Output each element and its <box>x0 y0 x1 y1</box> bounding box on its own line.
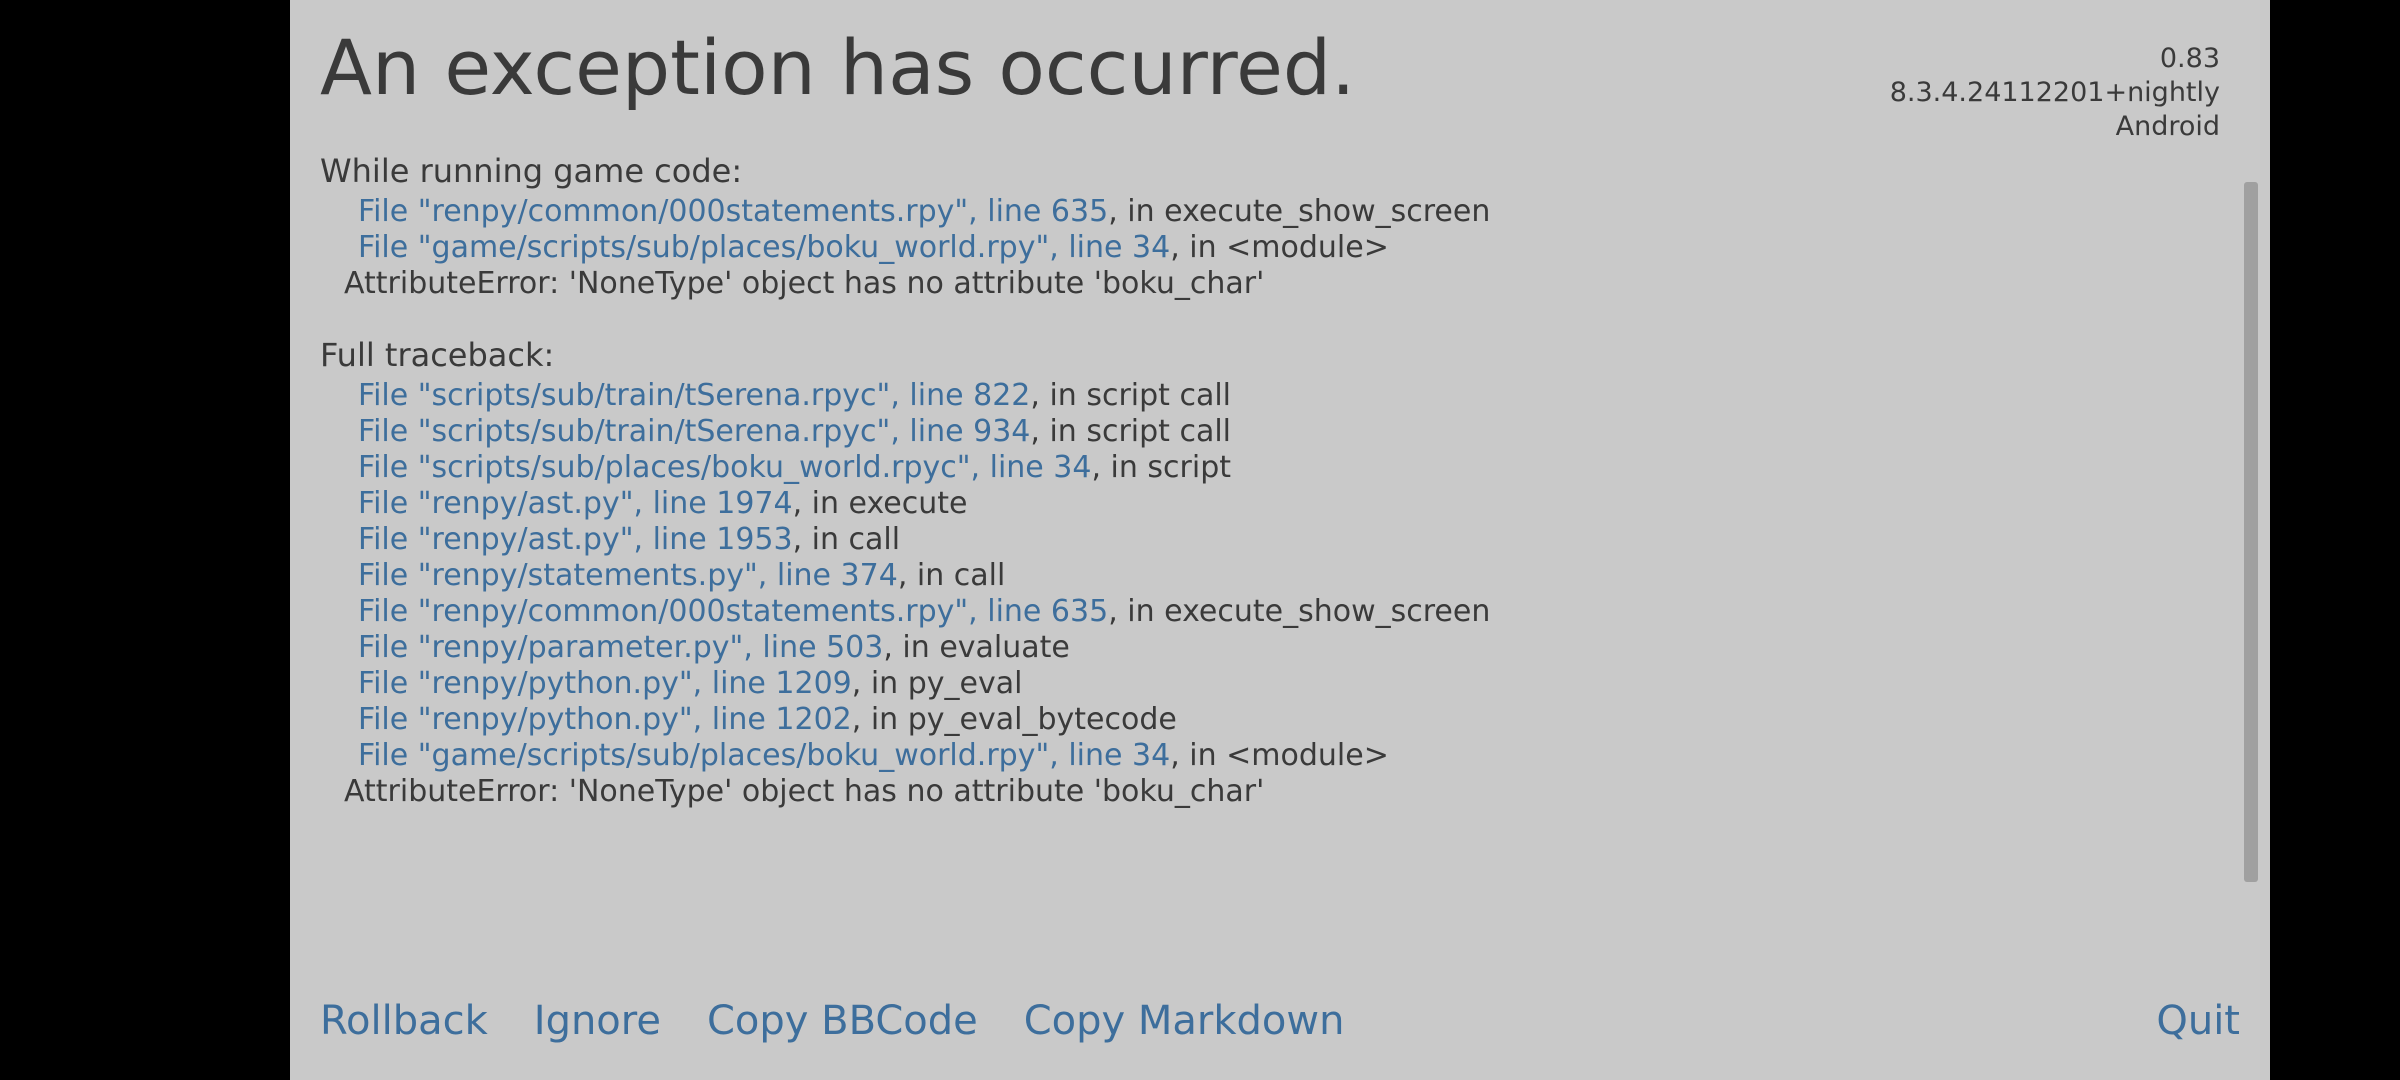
trace-line: File "renpy/ast.py", line 1953, in call <box>344 522 2240 558</box>
file-link[interactable]: File "scripts/sub/train/tSerena.rpyc", l… <box>358 378 1030 413</box>
trace-suffix: , in script call <box>1030 414 1231 449</box>
version-info: 0.83 8.3.4.24112201+nightly Android <box>1890 30 2240 143</box>
traceback-heading: Full traceback: <box>320 336 2240 374</box>
error-line: AttributeError: 'NoneType' object has no… <box>344 266 2240 302</box>
trace-suffix: , in script <box>1091 450 1231 485</box>
trace-suffix: , in script call <box>1030 378 1231 413</box>
file-link[interactable]: File "renpy/python.py", line 1202 <box>358 702 852 737</box>
trace-line: File "game/scripts/sub/places/boku_world… <box>344 738 2240 774</box>
trace-line: File "renpy/statements.py", line 374, in… <box>344 558 2240 594</box>
trace-suffix: , in py_eval <box>852 666 1023 701</box>
trace-suffix: , in <module> <box>1170 230 1389 265</box>
engine-version: 8.3.4.24112201+nightly <box>1890 76 2220 110</box>
traceback-block: File "scripts/sub/train/tSerena.rpyc", l… <box>320 378 2240 810</box>
trace-suffix: , in execute <box>793 486 968 521</box>
copy-markdown-button[interactable]: Copy Markdown <box>1024 998 1345 1044</box>
exception-title: An exception has occurred. <box>320 30 1355 106</box>
running-block: File "renpy/common/000statements.rpy", l… <box>320 194 2240 302</box>
exception-screen: An exception has occurred. 0.83 8.3.4.24… <box>290 0 2270 1080</box>
file-link[interactable]: File "scripts/sub/places/boku_world.rpyc… <box>358 450 1091 485</box>
trace-suffix: , in call <box>898 558 1006 593</box>
trace-line: File "renpy/python.py", line 1202, in py… <box>344 702 2240 738</box>
trace-line: File "renpy/python.py", line 1209, in py… <box>344 666 2240 702</box>
scrollbar[interactable] <box>2244 182 2258 882</box>
trace-suffix: , in <module> <box>1170 738 1389 773</box>
trace-suffix: , in py_eval_bytecode <box>852 702 1177 737</box>
trace-suffix: , in execute_show_screen <box>1108 594 1490 629</box>
trace-suffix: , in evaluate <box>883 630 1070 665</box>
quit-button[interactable]: Quit <box>2156 998 2240 1044</box>
copy-bbcode-button[interactable]: Copy BBCode <box>707 998 978 1044</box>
content-area: An exception has occurred. 0.83 8.3.4.24… <box>290 0 2270 974</box>
game-version: 0.83 <box>1890 42 2220 76</box>
file-link[interactable]: File "renpy/ast.py", line 1974 <box>358 486 793 521</box>
file-link[interactable]: File "renpy/common/000statements.rpy", l… <box>358 194 1108 229</box>
trace-line: File "game/scripts/sub/places/boku_world… <box>344 230 2240 266</box>
trace-line: File "renpy/common/000statements.rpy", l… <box>344 594 2240 630</box>
rollback-button[interactable]: Rollback <box>320 998 488 1044</box>
file-link[interactable]: File "renpy/statements.py", line 374 <box>358 558 898 593</box>
trace-line: File "renpy/parameter.py", line 503, in … <box>344 630 2240 666</box>
button-bar: Rollback Ignore Copy BBCode Copy Markdow… <box>290 974 2270 1080</box>
trace-line: File "scripts/sub/places/boku_world.rpyc… <box>344 450 2240 486</box>
file-link[interactable]: File "renpy/python.py", line 1209 <box>358 666 852 701</box>
file-link[interactable]: File "renpy/parameter.py", line 503 <box>358 630 883 665</box>
trace-line: File "scripts/sub/train/tSerena.rpyc", l… <box>344 378 2240 414</box>
file-link[interactable]: File "renpy/ast.py", line 1953 <box>358 522 793 557</box>
trace-suffix: , in call <box>793 522 901 557</box>
button-group-left: Rollback Ignore Copy BBCode Copy Markdow… <box>320 998 1344 1044</box>
file-link[interactable]: File "game/scripts/sub/places/boku_world… <box>358 738 1170 773</box>
trace-line: File "renpy/ast.py", line 1974, in execu… <box>344 486 2240 522</box>
trace-line: File "scripts/sub/train/tSerena.rpyc", l… <box>344 414 2240 450</box>
trace-line: File "renpy/common/000statements.rpy", l… <box>344 194 2240 230</box>
error-line: AttributeError: 'NoneType' object has no… <box>344 774 2240 810</box>
file-link[interactable]: File "game/scripts/sub/places/boku_world… <box>358 230 1170 265</box>
running-heading: While running game code: <box>320 152 2240 190</box>
platform: Android <box>1890 110 2220 144</box>
header-row: An exception has occurred. 0.83 8.3.4.24… <box>320 30 2240 152</box>
ignore-button[interactable]: Ignore <box>534 998 661 1044</box>
trace-suffix: , in execute_show_screen <box>1108 194 1490 229</box>
file-link[interactable]: File "scripts/sub/train/tSerena.rpyc", l… <box>358 414 1030 449</box>
file-link[interactable]: File "renpy/common/000statements.rpy", l… <box>358 594 1108 629</box>
